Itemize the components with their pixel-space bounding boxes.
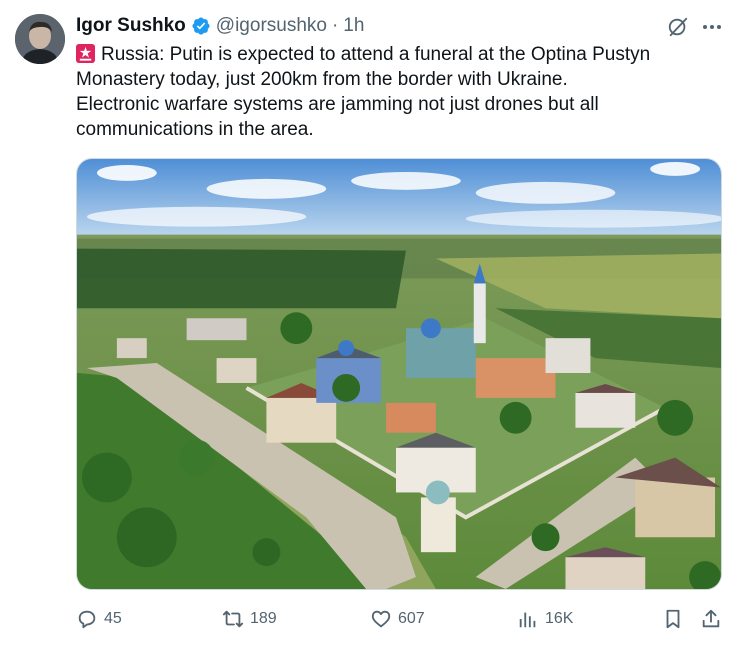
tweet-line-4: communications in the area. (76, 119, 314, 140)
views-chart-icon (519, 612, 536, 628)
views-count: 16K (545, 610, 574, 627)
reply-button[interactable]: 45 (76, 604, 122, 634)
tweet-photo[interactable] (76, 158, 722, 590)
tweet-line-1: Russia: Putin is expected to attend a fu… (76, 42, 716, 67)
repost-icon (222, 610, 244, 628)
share-button[interactable] (700, 604, 722, 634)
reply-count: 45 (104, 610, 122, 627)
heart-icon (371, 610, 391, 628)
timestamp[interactable]: 1h (343, 15, 364, 37)
author-handle[interactable]: @igorsushko (216, 15, 327, 37)
like-count: 607 (398, 610, 425, 627)
tweet-header: Igor Sushko @igorsushko · 1h (76, 14, 364, 38)
author-name[interactable]: Igor Sushko (76, 15, 186, 37)
tweet-line-text: Russia: Putin is expected to attend a fu… (101, 44, 651, 65)
bookmark-icon (666, 609, 680, 629)
reply-icon (78, 610, 96, 629)
avatar[interactable] (15, 14, 65, 64)
grok-icon[interactable] (667, 16, 689, 38)
separator-dot: · (331, 15, 339, 36)
like-button[interactable]: 607 (370, 604, 425, 634)
repost-button[interactable]: 189 (222, 604, 277, 634)
views-button[interactable]: 16K (517, 604, 573, 634)
action-bar: 45 189 607 16K (76, 604, 722, 634)
repost-count: 189 (250, 610, 277, 627)
bookmark-button[interactable] (662, 604, 684, 634)
share-icon (702, 609, 720, 628)
tweet-line-3: Electronic warfare systems are jamming n… (76, 94, 599, 115)
rotating-light-emoji-icon (76, 44, 95, 63)
verified-badge-icon[interactable] (191, 16, 211, 36)
tweet-text: Russia: Putin is expected to attend a fu… (76, 42, 716, 142)
more-dots-icon[interactable] (700, 16, 724, 38)
tweet-line-2: Monastery today, just 200km from the bor… (76, 69, 568, 90)
